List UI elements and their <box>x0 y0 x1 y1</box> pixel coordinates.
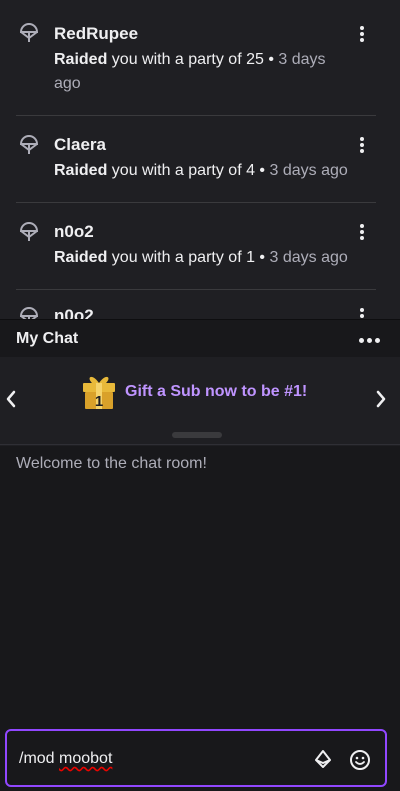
raid-text: you with a party of 1 <box>107 249 255 266</box>
raid-description: Raided you with a party of 1 • 3 days ag… <box>54 246 384 270</box>
item-menu-button[interactable] <box>356 306 368 320</box>
feed-item-raid: Claera Raided you with a party of 4 • 3 … <box>0 116 400 202</box>
raid-icon <box>19 307 39 320</box>
chevron-left-icon[interactable] <box>4 390 18 408</box>
feed-item-raid: RedRupee Raided you with a party of 25 •… <box>0 0 400 116</box>
raid-icon <box>19 135 39 154</box>
raider-name[interactable]: n0o2 <box>54 306 94 320</box>
input-argument: moobot <box>59 750 113 767</box>
raid-action: Raided <box>54 249 108 266</box>
item-menu-button[interactable] <box>356 135 368 155</box>
gift-badge-number: 1 <box>95 393 103 410</box>
raider-name[interactable]: n0o2 <box>54 222 94 242</box>
raid-text: you with a party of 4 <box>107 162 255 179</box>
bullet: • <box>254 162 270 179</box>
raider-name[interactable]: Claera <box>54 135 106 155</box>
chevron-right-icon[interactable] <box>374 390 388 408</box>
chat-header: My Chat <box>0 319 400 357</box>
gift-sub-text[interactable]: Gift a Sub now to be #1! <box>125 383 307 401</box>
raid-action: Raided <box>54 51 108 68</box>
emote-picker-icon[interactable] <box>349 749 371 771</box>
item-menu-button[interactable] <box>356 24 368 44</box>
bullet: • <box>254 249 270 266</box>
raid-description: Raided you with a party of 4 • 3 days ag… <box>54 159 384 183</box>
chat-title: My Chat <box>16 330 79 347</box>
feed-item-raid: n0o2 <box>0 290 400 320</box>
chat-input[interactable]: /mod moobot <box>5 729 387 787</box>
feed-item-raid: n0o2 Raided you with a party of 1 • 3 da… <box>0 203 400 289</box>
raid-description: Raided you with a party of 25 • 3 days ag… <box>54 48 384 96</box>
raid-icon <box>19 222 39 241</box>
raid-time: 3 days ago <box>269 249 348 266</box>
chat-input-area: /mod moobot <box>0 726 400 791</box>
chat-messages: Welcome to the chat room! <box>0 446 400 726</box>
raid-time-cont: ago <box>54 75 81 92</box>
chat-more-options-button[interactable] <box>359 338 380 343</box>
chat-input-text[interactable]: /mod moobot <box>19 750 112 768</box>
collapse-handle[interactable] <box>172 432 222 438</box>
raid-icon <box>19 23 39 42</box>
gift-sub-banner: 1 Gift a Sub now to be #1! <box>0 357 400 445</box>
bullet: • <box>263 51 279 68</box>
bits-icon[interactable] <box>313 749 333 769</box>
raid-text: you with a party of 25 <box>107 51 264 68</box>
activity-feed: RedRupee Raided you with a party of 25 •… <box>0 0 400 320</box>
input-command: /mod <box>19 750 60 767</box>
item-menu-button[interactable] <box>356 222 368 242</box>
raid-time: 3 days ago <box>269 162 348 179</box>
raid-time: 3 days <box>278 51 326 68</box>
raid-action: Raided <box>54 162 108 179</box>
welcome-message: Welcome to the chat room! <box>16 455 207 472</box>
gift-icon: 1 <box>83 376 115 410</box>
raider-name[interactable]: RedRupee <box>54 24 138 44</box>
